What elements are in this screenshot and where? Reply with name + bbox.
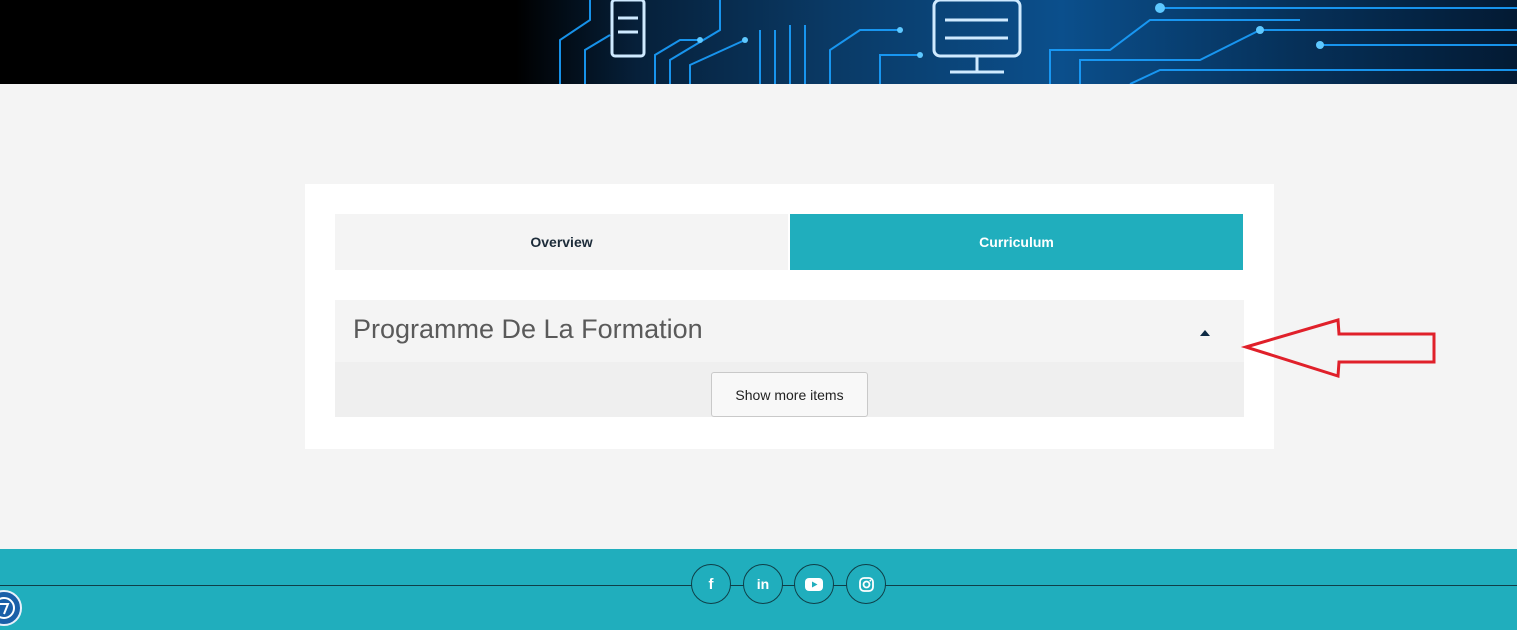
tab-bar: Overview Curriculum [335, 214, 1243, 270]
facebook-icon[interactable]: f [691, 564, 731, 604]
show-more-items-button[interactable]: Show more items [711, 372, 868, 417]
accordion-title: Programme De La Formation [353, 314, 703, 344]
circuit-board-image [559, 0, 1517, 84]
curriculum-accordion: Programme De La Formation Show more item… [335, 300, 1244, 417]
tab-curriculum[interactable]: Curriculum [790, 214, 1243, 270]
linkedin-icon[interactable]: in [743, 564, 783, 604]
hero-banner [0, 0, 1517, 84]
instagram-glyph [858, 576, 874, 592]
linkedin-glyph: in [756, 576, 770, 592]
accessibility-button[interactable] [0, 590, 22, 626]
youtube-icon[interactable] [794, 564, 834, 604]
accessibility-icon [0, 597, 15, 619]
annotation-arrow-icon [1240, 316, 1440, 387]
facebook-glyph: f [708, 575, 714, 593]
course-card: Overview Curriculum Programme De La Form… [305, 184, 1274, 449]
caret-up-icon[interactable] [1199, 324, 1211, 342]
accordion-header[interactable]: Programme De La Formation [335, 300, 1244, 362]
youtube-glyph [805, 577, 823, 591]
tab-overview[interactable]: Overview [335, 214, 788, 270]
instagram-icon[interactable] [846, 564, 886, 604]
tab-overview-label: Overview [530, 234, 593, 250]
footer: f in [0, 549, 1517, 630]
tab-curriculum-label: Curriculum [979, 234, 1054, 250]
